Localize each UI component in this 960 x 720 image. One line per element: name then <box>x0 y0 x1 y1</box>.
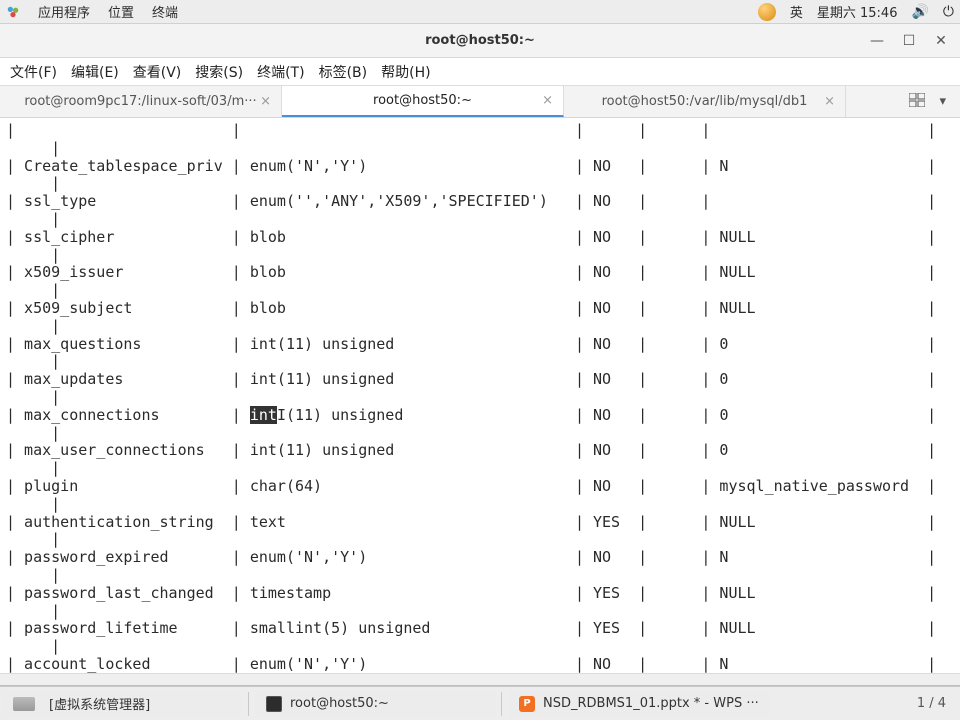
task-term-label: root@host50:~ <box>290 696 389 711</box>
table-row-wrap: | <box>6 603 954 621</box>
titlebar: root@host50:~ — ☐ ✕ <box>0 24 960 58</box>
clock[interactable]: 星期六 15:46 <box>817 2 898 21</box>
tab-overview-icon[interactable] <box>909 93 925 111</box>
menu-edit[interactable]: 编辑(E) <box>71 62 119 82</box>
menu-search[interactable]: 搜索(S) <box>195 62 243 82</box>
terminal-output[interactable]: | | | | | | || Create_tablespace_priv | … <box>0 118 960 673</box>
task-wps[interactable]: P NSD_RDBMS1_01.pptx * - WPS ··· <box>508 690 770 718</box>
close-button[interactable]: ✕ <box>926 27 956 55</box>
tab-1-label: root@room9pc17:/linux-soft/03/m··· <box>24 94 256 109</box>
table-row: | max_updates | int(11) unsigned | NO | … <box>6 371 954 389</box>
table-row-wrap: | <box>6 531 954 549</box>
tab-menu-icon[interactable]: ▾ <box>939 94 946 109</box>
table-row: | max_connections | intI(11) unsigned | … <box>6 407 954 425</box>
ime-icon[interactable] <box>758 3 776 21</box>
divider <box>501 692 502 716</box>
tab-3-label: root@host50:/var/lib/mysql/db1 <box>602 94 808 109</box>
task-vm-label: [虚拟系统管理器] <box>49 694 150 713</box>
table-row-wrap: | <box>6 247 954 265</box>
menu-view[interactable]: 查看(V) <box>133 62 182 82</box>
menu-file[interactable]: 文件(F) <box>10 62 57 82</box>
menu-apps[interactable]: 应用程序 <box>38 2 90 21</box>
menu-tabs[interactable]: 标签(B) <box>319 62 368 82</box>
wps-icon: P <box>519 696 535 712</box>
table-row: | x509_issuer | blob | NO | | NULL | <box>6 264 954 282</box>
table-row-wrap: | <box>6 318 954 336</box>
menu-help[interactable]: 帮助(H) <box>381 62 430 82</box>
table-row: | x509_subject | blob | NO | | NULL | <box>6 300 954 318</box>
menubar: 文件(F) 编辑(E) 查看(V) 搜索(S) 终端(T) 标签(B) 帮助(H… <box>0 58 960 86</box>
table-row: | ssl_type | enum('','ANY','X509','SPECI… <box>6 193 954 211</box>
tab-3[interactable]: root@host50:/var/lib/mysql/db1 × <box>564 86 846 117</box>
menu-terminal[interactable]: 终端(T) <box>257 62 304 82</box>
horizontal-scrollbar[interactable] <box>0 673 960 685</box>
virt-manager-icon <box>13 697 35 711</box>
table-row: | | | | | | <box>6 122 954 140</box>
table-row: | authentication_string | text | YES | |… <box>6 514 954 532</box>
menu-places[interactable]: 位置 <box>108 2 134 21</box>
table-row: | password_lifetime | smallint(5) unsign… <box>6 620 954 638</box>
table-row: | ssl_cipher | blob | NO | | NULL | <box>6 229 954 247</box>
table-row-wrap: | <box>6 460 954 478</box>
terminal-icon <box>266 696 282 712</box>
tab-2-close-icon[interactable]: × <box>542 93 553 108</box>
workspace-pager[interactable]: 1 / 4 <box>903 696 960 711</box>
distro-icon[interactable] <box>6 5 20 19</box>
table-row: | password_expired | enum('N','Y') | NO … <box>6 549 954 567</box>
table-row-wrap: | <box>6 140 954 158</box>
terminal-window: root@host50:~ — ☐ ✕ 文件(F) 编辑(E) 查看(V) 搜索… <box>0 24 960 686</box>
minimize-button[interactable]: — <box>862 27 892 55</box>
table-row-wrap: | <box>6 211 954 229</box>
maximize-button[interactable]: ☐ <box>894 27 924 55</box>
task-virt-manager[interactable]: [虚拟系统管理器] <box>2 690 242 718</box>
table-row: | password_last_changed | timestamp | YE… <box>6 585 954 603</box>
menu-terminal[interactable]: 终端 <box>152 2 178 21</box>
tab-2-label: root@host50:~ <box>373 93 472 108</box>
table-row-wrap: | <box>6 638 954 656</box>
table-row-wrap: | <box>6 425 954 443</box>
table-row-wrap: | <box>6 567 954 585</box>
bottom-panel: [虚拟系统管理器] root@host50:~ P NSD_RDBMS1_01.… <box>0 686 960 720</box>
ime-lang[interactable]: 英 <box>790 2 803 21</box>
table-row-wrap: | <box>6 282 954 300</box>
task-wps-label: NSD_RDBMS1_01.pptx * - WPS ··· <box>543 696 759 711</box>
divider <box>248 692 249 716</box>
tab-1-close-icon[interactable]: × <box>260 94 271 109</box>
table-row-wrap: | <box>6 353 954 371</box>
tab-1[interactable]: root@room9pc17:/linux-soft/03/m··· × <box>0 86 282 117</box>
table-row: | account_locked | enum('N','Y') | NO | … <box>6 656 954 673</box>
tabbar: root@room9pc17:/linux-soft/03/m··· × roo… <box>0 86 960 118</box>
table-row-wrap: | <box>6 389 954 407</box>
task-terminal[interactable]: root@host50:~ <box>255 690 495 718</box>
table-row: | plugin | char(64) | NO | | mysql_nativ… <box>6 478 954 496</box>
table-row-wrap: | <box>6 496 954 514</box>
tab-2[interactable]: root@host50:~ × <box>282 86 564 117</box>
window-title: root@host50:~ <box>0 33 960 48</box>
table-row: | max_user_connections | int(11) unsigne… <box>6 442 954 460</box>
gnome-top-panel: 应用程序 位置 终端 英 星期六 15:46 🔊 ⏻ <box>0 0 960 24</box>
table-row: | Create_tablespace_priv | enum('N','Y')… <box>6 158 954 176</box>
volume-icon[interactable]: 🔊 <box>911 4 928 20</box>
table-row-wrap: | <box>6 175 954 193</box>
table-row: | max_questions | int(11) unsigned | NO … <box>6 336 954 354</box>
power-icon[interactable]: ⏻ <box>943 4 954 20</box>
tab-3-close-icon[interactable]: × <box>824 94 835 109</box>
